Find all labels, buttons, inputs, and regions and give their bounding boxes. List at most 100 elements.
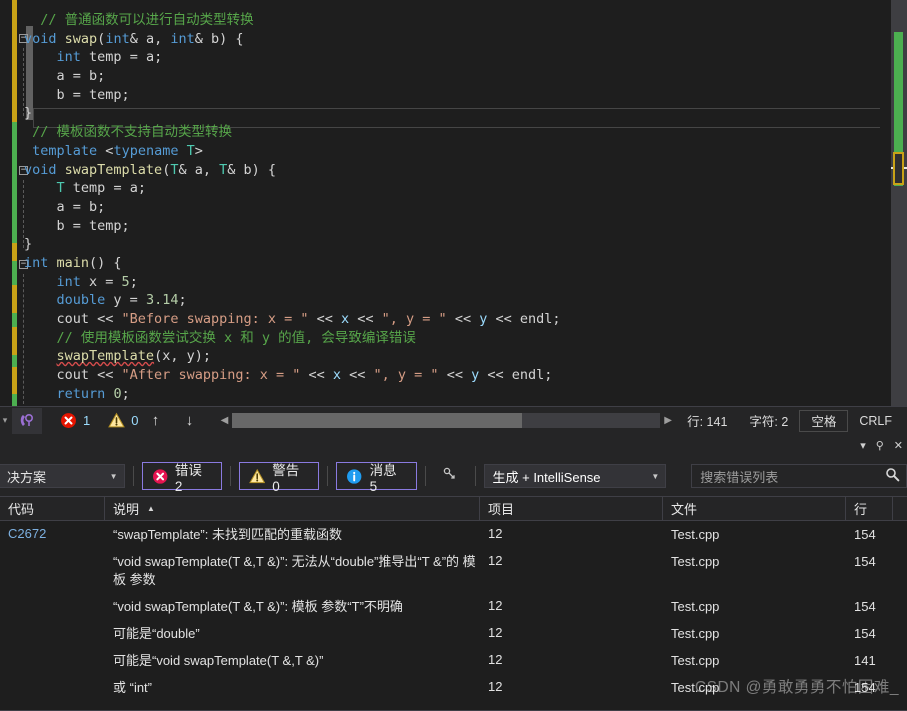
filter-glyph	[442, 466, 459, 483]
warning-count-indicator[interactable]: 0	[108, 412, 138, 429]
spaces-indicator[interactable]: 空格	[799, 410, 848, 432]
column-header-desc[interactable]: 说明▲	[105, 497, 480, 520]
code-token: double	[57, 292, 106, 308]
search-input[interactable]: 搜索错误列表	[691, 464, 907, 488]
code-line: cout << "Before swapping: x = " << x << …	[24, 310, 561, 329]
code-token: <<	[439, 367, 472, 383]
hscroll-track[interactable]	[232, 413, 660, 428]
code-token: typename	[113, 143, 178, 159]
next-issue-button[interactable]: ↓	[172, 412, 206, 429]
eol-indicator[interactable]: CRLF	[848, 414, 903, 428]
code-line: a = b;	[24, 198, 561, 217]
table-row[interactable]: 或 “int”12Test.cpp154	[0, 674, 907, 701]
column-header-line[interactable]: 行	[846, 497, 893, 520]
code-line: }	[24, 104, 561, 123]
sort-ascending-icon: ▲	[147, 504, 155, 513]
code-token: ;	[122, 218, 130, 234]
code-token: temp	[89, 218, 122, 234]
cell-file: Test.cpp	[663, 521, 846, 548]
code-token: ;	[178, 292, 186, 308]
panel-dropdown-icon[interactable]: ▾	[860, 439, 866, 452]
prev-issue-button[interactable]: ↑	[138, 412, 172, 429]
code-line: // 使用模板函数尝试交换 x 和 y 的值, 会导致编译错误	[24, 329, 561, 348]
cell-line: 141	[846, 647, 893, 674]
error-list-panel: ▾ ⚲ ✕ 决方案 ▼ 错误 2	[0, 434, 907, 711]
cell-line: 154	[846, 674, 893, 701]
table-row[interactable]: C2672“swapTemplate”: 未找到匹配的重载函数12Test.cp…	[0, 521, 907, 548]
error-count-indicator[interactable]: 1	[60, 412, 90, 429]
panel-pin-icon[interactable]: ⚲	[876, 439, 884, 452]
build-filter-combobox[interactable]: 生成 + IntelliSense ▼	[484, 464, 667, 488]
warnings-toggle-label: 警告 0	[272, 459, 309, 494]
filter-icon[interactable]	[434, 466, 467, 486]
code-token: <<	[341, 367, 374, 383]
toolbar-separator	[133, 466, 134, 486]
toolbar-separator	[230, 466, 231, 486]
code-token: <<	[308, 311, 341, 327]
change-marker-saved	[12, 313, 17, 327]
vertical-scrollbar[interactable]	[891, 0, 907, 406]
warning-icon	[249, 468, 265, 485]
chevron-down-icon: ▼	[651, 472, 659, 481]
messages-toggle-button[interactable]: 消息 5	[336, 462, 416, 490]
table-row[interactable]: 可能是“void swapTemplate(T &,T &)”12Test.cp…	[0, 647, 907, 674]
cell-file: Test.cpp	[663, 593, 846, 620]
status-right-group: 行: 141 字符: 2 空格 CRLF	[676, 410, 907, 432]
status-left-chevron-icon[interactable]: ▾	[0, 415, 10, 426]
error-list-rows[interactable]: C2672“swapTemplate”: 未找到匹配的重载函数12Test.cp…	[0, 521, 907, 711]
code-token: void	[24, 31, 57, 47]
scroll-right-icon[interactable]: ▶	[660, 415, 676, 426]
cell-proj: 12	[480, 593, 663, 617]
code-line: }	[24, 235, 561, 254]
change-tracking-margin	[12, 0, 17, 406]
chevron-down-icon: ▼	[110, 472, 118, 481]
error-list-header: 代码说明▲项目文件行	[0, 496, 907, 521]
visual-studio-window: − − − // 普通函数可以进行自动类型转换void swap(int& a,…	[0, 0, 907, 711]
code-line: T temp = a;	[24, 179, 561, 198]
column-indicator[interactable]: 字符: 2	[738, 411, 799, 430]
cell-code: C2672	[0, 521, 105, 545]
code-token: // 使用模板函数尝试交换 x 和 y 的值, 会导致编译错误	[57, 330, 416, 346]
code-line: b = temp;	[24, 217, 561, 236]
column-header-label: 行	[854, 499, 867, 518]
panel-close-icon[interactable]: ✕	[894, 439, 903, 452]
cell-line: 154	[846, 593, 893, 620]
change-marker-unsaved	[12, 327, 17, 355]
code-line: double y = 3.14;	[24, 291, 561, 310]
errors-toggle-button[interactable]: 错误 2	[142, 462, 222, 490]
code-token: & a,	[178, 162, 219, 178]
column-header-code[interactable]: 代码	[0, 497, 105, 520]
table-row[interactable]: “void swapTemplate(T &,T &)”: 模板 参数“T”不明…	[0, 593, 907, 620]
code-editor[interactable]: − − − // 普通函数可以进行自动类型转换void swap(int& a,…	[0, 0, 907, 406]
build-filter-value: 生成 + IntelliSense	[493, 467, 601, 486]
warnings-toggle-button[interactable]: 警告 0	[239, 462, 319, 490]
change-marker-unsaved	[12, 0, 17, 122]
column-header-proj[interactable]: 项目	[480, 497, 663, 520]
code-token: T	[187, 143, 195, 159]
intellicode-icon[interactable]	[12, 408, 42, 434]
scope-combobox[interactable]: 决方案 ▼	[0, 464, 125, 488]
cell-proj: 12	[480, 647, 663, 671]
code-token	[24, 292, 57, 308]
code-token: a = b;	[24, 68, 105, 84]
column-header-file[interactable]: 文件	[663, 497, 846, 520]
table-row[interactable]: 可能是“double”12Test.cpp154	[0, 620, 907, 647]
code-token: temp	[73, 180, 106, 196]
scrollbar-thumb[interactable]	[893, 152, 904, 185]
code-token: return	[57, 386, 106, 402]
code-text[interactable]: // 普通函数可以进行自动类型转换void swap(int& a, int& …	[24, 11, 561, 403]
code-line: swapTemplate(x, y);	[24, 347, 561, 366]
line-indicator[interactable]: 行: 141	[676, 411, 738, 430]
code-token: <<	[349, 311, 382, 327]
cell-desc: “void swapTemplate(T &,T &)”: 无法从“double…	[105, 548, 480, 593]
hscroll-thumb[interactable]	[232, 413, 522, 428]
scroll-left-icon[interactable]: ◀	[216, 415, 232, 426]
code-line: cout << "After swapping: x = " << x << "…	[24, 366, 561, 385]
code-token: () {	[89, 255, 122, 271]
code-token: ;	[130, 274, 138, 290]
cell-desc: 可能是“double”	[105, 620, 480, 647]
table-row[interactable]: “void swapTemplate(T &,T &)”: 无法从“double…	[0, 548, 907, 593]
horizontal-scrollbar[interactable]: ◀ ▶	[216, 413, 676, 428]
errors-toggle-label: 错误 2	[175, 459, 212, 494]
search-icon[interactable]	[885, 467, 900, 485]
